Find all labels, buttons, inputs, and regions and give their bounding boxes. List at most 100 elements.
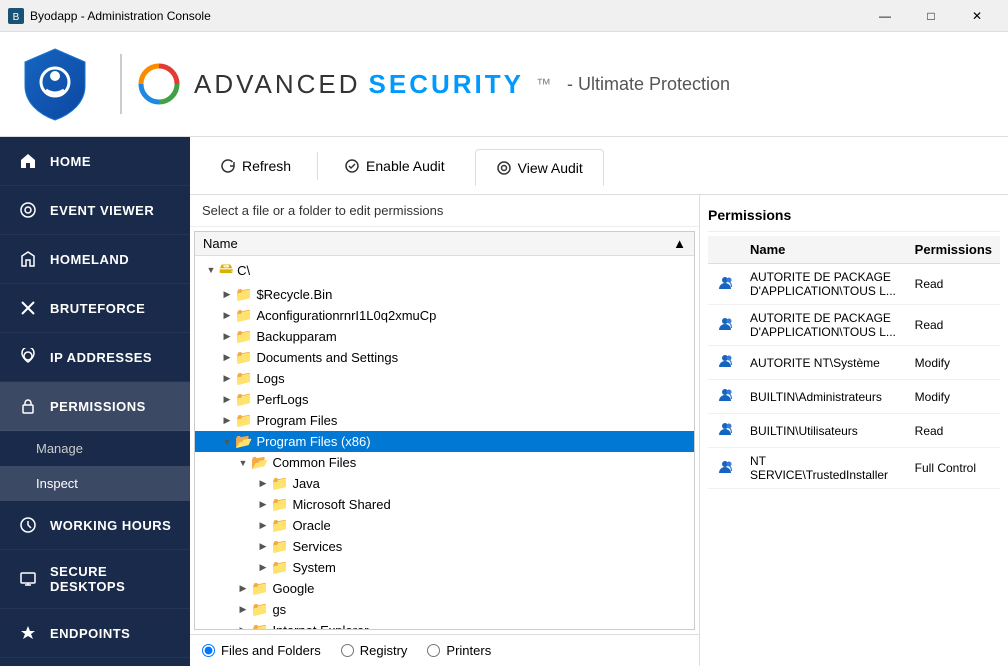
tree-header: Name ▲	[195, 232, 694, 256]
bruteforce-icon	[18, 298, 38, 318]
sidebar-sub-inspect[interactable]: Inspect	[0, 466, 190, 501]
sidebar-item-ip-addresses[interactable]: IP ADDRESSES	[0, 333, 190, 382]
folder-open-icon: 📂	[235, 433, 252, 450]
expand-logs[interactable]: ▶	[219, 371, 235, 387]
folder-icon: 📁	[271, 496, 288, 513]
tree-item-programfiles[interactable]: ▶ 📁 Program Files	[195, 410, 694, 431]
folder-icon: 📁	[235, 328, 252, 345]
tree-item-system[interactable]: ▶ 📁 System	[195, 557, 694, 578]
expand-system[interactable]: ▶	[255, 560, 271, 576]
sidebar-label-bruteforce: BRUTEFORCE	[50, 301, 145, 316]
expand-ie[interactable]: ▶	[235, 623, 251, 631]
radio-registry-input[interactable]	[341, 644, 354, 657]
tree-item-services[interactable]: ▶ 📁 Services	[195, 536, 694, 557]
folder-icon: 📁	[235, 286, 252, 303]
radio-printers-input[interactable]	[427, 644, 440, 657]
table-row[interactable]: BUILTIN\Administrateurs Modify	[708, 380, 1000, 414]
refresh-button[interactable]: Refresh	[202, 150, 309, 182]
perm-col-name: Name	[742, 236, 907, 264]
tree-item-c[interactable]: ▼ 🖴 C\	[195, 256, 694, 284]
endpoints-icon	[18, 623, 38, 643]
folder-icon: 📁	[235, 370, 252, 387]
brand-trademark: ™	[536, 76, 551, 93]
tree-item-gs[interactable]: ▶ 📁 gs	[195, 599, 694, 620]
sidebar-item-home[interactable]: HOME	[0, 137, 190, 186]
expand-programfiles[interactable]: ▶	[219, 413, 235, 429]
user-icon-cell	[708, 414, 742, 448]
maximize-button[interactable]: □	[908, 0, 954, 32]
tree-scroll-up[interactable]: ▲	[673, 236, 686, 251]
enable-audit-button[interactable]: Enable Audit	[326, 150, 463, 182]
tree-item-perflogs[interactable]: ▶ 📁 PerfLogs	[195, 389, 694, 410]
tree-scroll-area[interactable]: ▼ 🖴 C\ ▶ 📁 $Recycle.Bin	[195, 256, 694, 630]
tree-item-java1[interactable]: ▶ 📁 Java	[195, 473, 694, 494]
perm-value: Modify	[907, 380, 1000, 414]
brand-name-advanced: ADVANCED	[194, 69, 361, 100]
file-panel: Select a file or a folder to edit permis…	[190, 195, 1008, 666]
tree-container[interactable]: Name ▲ ▼ 🖴 C\	[194, 231, 695, 630]
sidebar-label-home: HOME	[50, 154, 91, 169]
sidebar-item-endpoints[interactable]: ENDPOINTS	[0, 609, 190, 658]
radio-files-input[interactable]	[202, 644, 215, 657]
logo-separator	[120, 54, 122, 114]
refresh-icon	[220, 158, 236, 174]
radio-printers[interactable]: Printers	[427, 643, 491, 658]
sidebar-item-working-hours[interactable]: WORKING HOURS	[0, 501, 190, 550]
expand-backupparam[interactable]: ▶	[219, 329, 235, 345]
radio-section: Files and Folders Registry Printers	[190, 634, 699, 666]
expand-java1[interactable]: ▶	[255, 476, 271, 492]
folder-icon: 📁	[235, 391, 252, 408]
close-button[interactable]: ✕	[954, 0, 1000, 32]
table-row[interactable]: AUTORITE DE PACKAGE D'APPLICATION\TOUS L…	[708, 305, 1000, 346]
minimize-button[interactable]: —	[862, 0, 908, 32]
tree-item-srecycle[interactable]: ▶ 📁 $Recycle.Bin	[195, 284, 694, 305]
home-icon	[18, 151, 38, 171]
tree-item-aconfig[interactable]: ▶ 📁 AconfigurationrnrI1L0q2xmuCp	[195, 305, 694, 326]
folder-icon: 📁	[271, 517, 288, 534]
expand-commonfiles[interactable]: ▼	[235, 455, 251, 471]
tree-item-backupparam[interactable]: ▶ 📁 Backupparam	[195, 326, 694, 347]
tree-item-ie[interactable]: ▶ 📁 Internet Explorer	[195, 620, 694, 630]
tree-item-google[interactable]: ▶ 📁 Google	[195, 578, 694, 599]
tree-item-msshared[interactable]: ▶ 📁 Microsoft Shared	[195, 494, 694, 515]
sidebar-item-homeland[interactable]: HOMELAND	[0, 235, 190, 284]
view-audit-tab[interactable]: View Audit	[475, 149, 604, 186]
expand-documents[interactable]: ▶	[219, 350, 235, 366]
sidebar-item-permissions[interactable]: PERMISSIONS	[0, 382, 190, 431]
radio-files-folders[interactable]: Files and Folders	[202, 643, 321, 658]
tree-item-documents[interactable]: ▶ 📁 Documents and Settings	[195, 347, 694, 368]
permissions-table: Name Permissions AUTORITE DE PACKAGE D'A…	[708, 236, 1000, 489]
folder-icon: 📁	[235, 349, 252, 366]
expand-aconfig[interactable]: ▶	[219, 308, 235, 324]
tree-item-programfiles86[interactable]: ▼ 📂 Program Files (x86)	[195, 431, 694, 452]
tree-item-commonfiles[interactable]: ▼ 📂 Common Files	[195, 452, 694, 473]
sidebar-item-secure-desktops[interactable]: SECURE DESKTOPS	[0, 550, 190, 609]
expand-services[interactable]: ▶	[255, 539, 271, 555]
tree-item-oracle[interactable]: ▶ 📁 Oracle	[195, 515, 694, 536]
sidebar-item-event-viewer[interactable]: EVENT VIEWER	[0, 186, 190, 235]
file-tree-section: Select a file or a folder to edit permis…	[190, 195, 700, 666]
table-row[interactable]: BUILTIN\Utilisateurs Read	[708, 414, 1000, 448]
perm-name: NT SERVICE\TrustedInstaller	[742, 448, 907, 489]
expand-programfiles86[interactable]: ▼	[219, 434, 235, 450]
expand-srecycle[interactable]: ▶	[219, 287, 235, 303]
expand-google[interactable]: ▶	[235, 581, 251, 597]
sidebar-item-bruteforce[interactable]: BRUTEFORCE	[0, 284, 190, 333]
sidebar-item-ransomware[interactable]: RANSOMWARE	[0, 658, 190, 666]
radio-registry[interactable]: Registry	[341, 643, 408, 658]
sidebar-sub-manage[interactable]: Manage	[0, 431, 190, 466]
tree-item-logs[interactable]: ▶ 📁 Logs	[195, 368, 694, 389]
expand-gs[interactable]: ▶	[235, 602, 251, 618]
expand-oracle[interactable]: ▶	[255, 518, 271, 534]
folder-icon: 📁	[271, 559, 288, 576]
table-row[interactable]: AUTORITE NT\Système Modify	[708, 346, 1000, 380]
expand-msshared[interactable]: ▶	[255, 497, 271, 513]
table-row[interactable]: AUTORITE DE PACKAGE D'APPLICATION\TOUS L…	[708, 264, 1000, 305]
expand-c[interactable]: ▼	[203, 262, 219, 278]
event-viewer-icon	[18, 200, 38, 220]
table-row[interactable]: NT SERVICE\TrustedInstaller Full Control	[708, 448, 1000, 489]
perm-value: Full Control	[907, 448, 1000, 489]
brand-name-security: SECURITY	[369, 69, 524, 100]
permissions-section: Permissions Name Permissions	[700, 195, 1008, 666]
expand-perflogs[interactable]: ▶	[219, 392, 235, 408]
